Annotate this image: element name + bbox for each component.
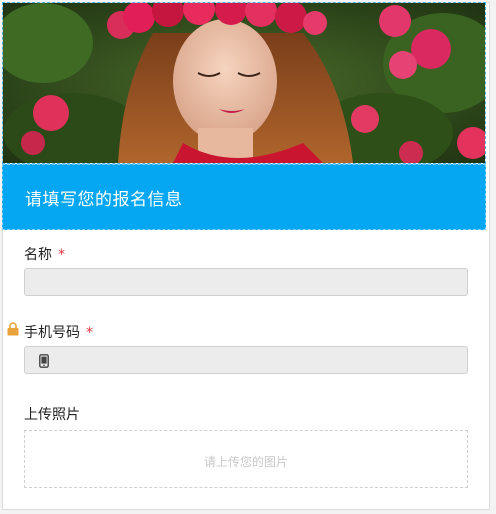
name-input[interactable] — [24, 268, 468, 296]
required-star: * — [86, 325, 93, 341]
required-star: * — [58, 247, 65, 263]
name-field-label: 名称 * — [24, 244, 65, 264]
upload-hint-text: 请上传您的图片 — [203, 455, 288, 469]
mobile-phone-icon — [39, 354, 49, 368]
photo-upload-label: 上传照片 — [24, 407, 80, 423]
phone-label-text: 手机号码 — [24, 325, 80, 341]
lock-icon — [7, 322, 19, 336]
form-title-bar: 请填写您的报名信息 — [2, 164, 486, 230]
form-title: 请填写您的报名信息 — [25, 190, 183, 210]
photo-upload-area[interactable]: 请上传您的图片 — [24, 430, 468, 488]
name-label-text: 名称 — [24, 247, 52, 263]
phone-input[interactable] — [24, 346, 468, 374]
phone-field-label: 手机号码 * — [24, 322, 93, 342]
banner-image — [2, 2, 486, 164]
